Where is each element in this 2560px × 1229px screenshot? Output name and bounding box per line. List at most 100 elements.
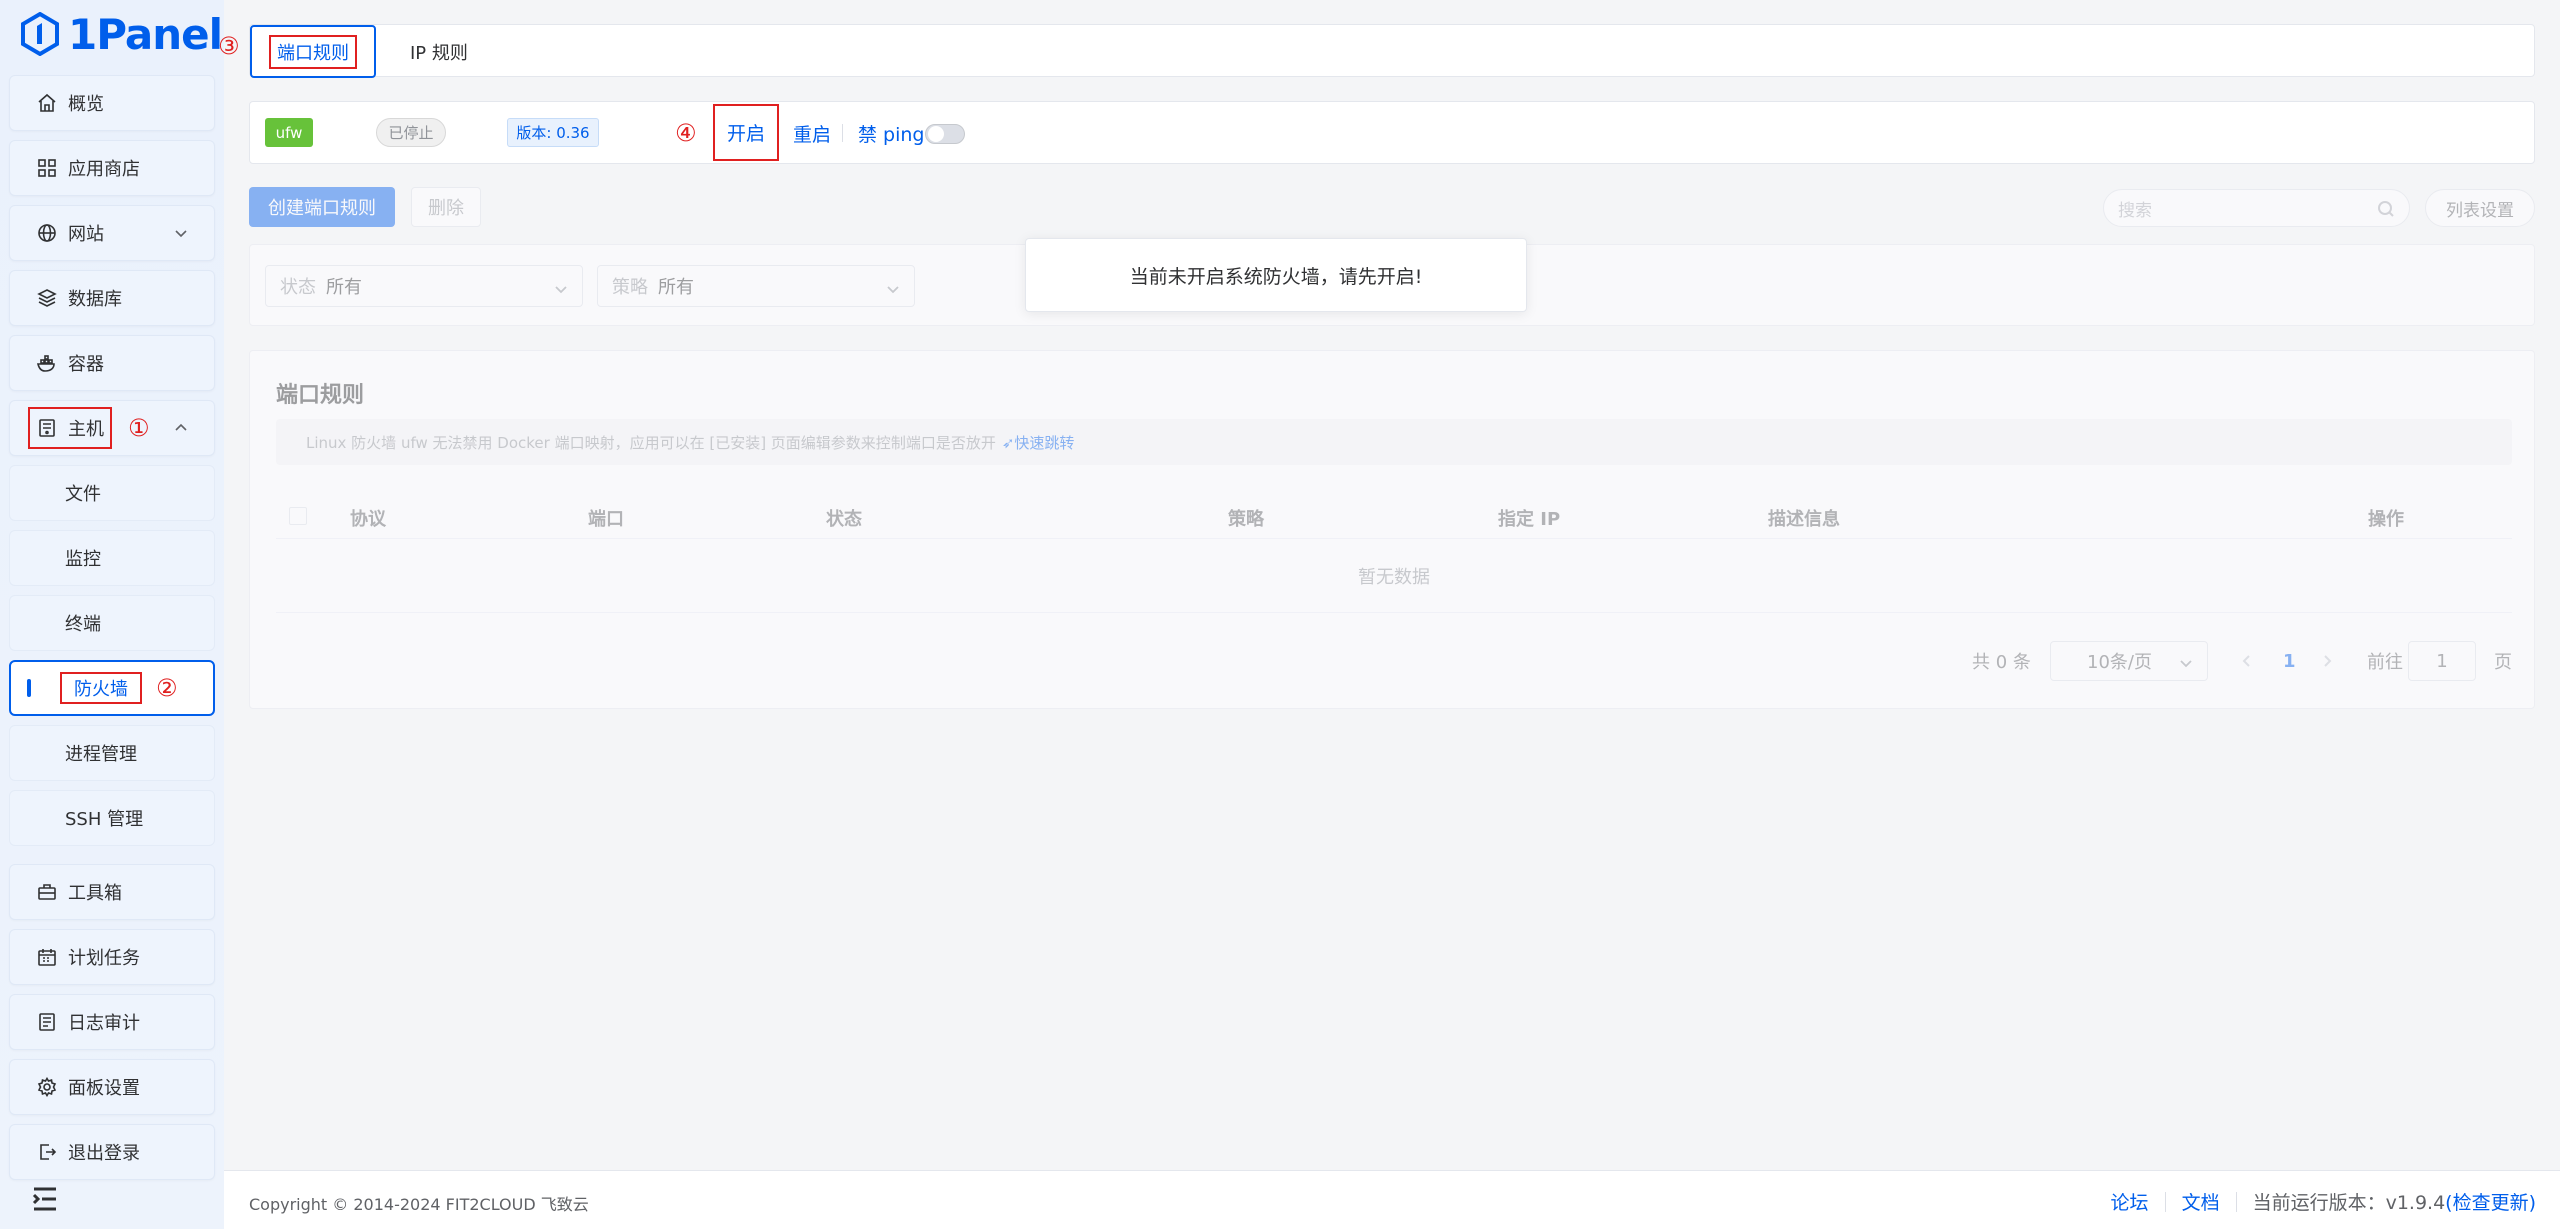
total-count: 共 0 条 [1972, 652, 2031, 673]
strategy-filter-select[interactable]: 策略 所有 [597, 265, 915, 307]
active-indicator [27, 679, 31, 697]
sidebar-subitem-label: 进程管理 [65, 744, 137, 765]
select-all-checkbox[interactable] [289, 507, 307, 525]
sidebar-subitem-terminal[interactable]: 终端 [9, 595, 215, 651]
sidebar-item-label: 数据库 [68, 289, 122, 310]
divider [842, 124, 843, 142]
rule-tabs: 端口规则 IP 规则 [249, 24, 2535, 78]
select-value: 所有 [658, 277, 694, 298]
logout-icon [36, 1141, 58, 1163]
sidebar-item-logout[interactable]: 退出登录 [9, 1124, 215, 1180]
sidebar-item-label: 主机 [68, 419, 104, 440]
divider [2235, 1191, 2237, 1212]
host-highlight-box: 主机 [28, 407, 112, 449]
info-text: Linux 防火墙 ufw 无法禁用 Docker 端口映射，应用可以在 [已安… [306, 433, 996, 452]
search-icon [2377, 200, 2395, 223]
logo[interactable]: 1Panel [20, 9, 223, 59]
forum-link[interactable]: 论坛 [2111, 1188, 2149, 1215]
tab-label: 端口规则 [269, 34, 357, 69]
home-icon [36, 92, 58, 114]
annotation-marker-4: ④ [675, 119, 697, 147]
annotation-marker-1: ① [128, 414, 150, 442]
footer: Copyright © 2014-2024 FIT2CLOUD 飞致云 论坛 文… [224, 1170, 2560, 1229]
col-strategy: 策略 [1228, 509, 1264, 530]
sidebar-item-label: 概览 [68, 94, 104, 115]
status-badge: 已停止 [376, 118, 446, 147]
goto-label: 前往 [2367, 652, 2403, 673]
next-page-button[interactable] [2320, 641, 2334, 681]
goto-page-input[interactable]: 1 [2408, 641, 2476, 681]
start-firewall-button[interactable]: 开启 [713, 104, 779, 161]
disable-ping-toggle[interactable] [925, 124, 965, 144]
sidebar-item-label: 日志审计 [68, 1013, 140, 1034]
sidebar-item-overview[interactable]: 概览 [9, 75, 215, 131]
toolbox-icon [36, 881, 58, 903]
sidebar-item-app-store[interactable]: 应用商店 [9, 140, 215, 196]
prev-page-button[interactable] [2240, 641, 2254, 681]
sidebar-item-label: 计划任务 [68, 948, 140, 969]
toggle-knob [928, 126, 944, 142]
search-input[interactable]: 搜索 [2103, 189, 2410, 227]
version-text: 当前运行版本：v1.9.4 [2252, 1192, 2446, 1214]
page-suffix: 页 [2494, 652, 2512, 673]
restart-firewall-button[interactable]: 重启 [793, 120, 831, 147]
globe-icon [36, 222, 58, 244]
tab-ip-rules[interactable]: IP 规则 [410, 39, 468, 65]
col-description: 描述信息 [1768, 509, 1840, 530]
port-rules-table-card: 端口规则 Linux 防火墙 ufw 无法禁用 Docker 端口映射，应用可以… [249, 350, 2535, 709]
chevron-left-icon [2242, 655, 2250, 667]
sidebar-item-label: 应用商店 [68, 159, 140, 180]
logo-text: 1Panel [68, 9, 223, 59]
sidebar-subitem-monitor[interactable]: 监控 [9, 530, 215, 586]
copyright-text: Copyright © 2014-2024 FIT2CLOUD 飞致云 [249, 1195, 589, 1214]
sidebar-subitem-label: 文件 [65, 484, 101, 505]
delete-button[interactable]: 删除 [411, 187, 481, 227]
footer-links: 论坛 文档 当前运行版本：v1.9.4 (检查更新) [2111, 1188, 2536, 1215]
sidebar-item-label: 退出登录 [68, 1143, 140, 1164]
divider [2164, 1191, 2166, 1212]
chevron-down-icon [886, 280, 900, 301]
sidebar-subitem-firewall[interactable]: 防火墙 ② [9, 660, 215, 716]
check-update-link[interactable]: (检查更新) [2445, 1188, 2536, 1215]
sidebar-item-label: 网站 [68, 224, 104, 245]
docs-link[interactable]: 文档 [2182, 1188, 2220, 1215]
tab-port-rules[interactable]: 端口规则 [250, 25, 376, 78]
sidebar-item-host[interactable]: 主机 ① [9, 400, 215, 456]
sidebar-subitem-label: 防火墙 [60, 672, 142, 704]
sidebar-item-settings[interactable]: 面板设置 [9, 1059, 215, 1115]
col-actions: 操作 [2368, 509, 2404, 530]
chevron-right-icon [2324, 655, 2332, 667]
server-icon [36, 417, 58, 439]
gear-icon [36, 1076, 58, 1098]
disable-ping-label: 禁 ping [858, 124, 925, 146]
firewall-off-message: 当前未开启系统防火墙，请先开启! [1025, 238, 1527, 312]
sidebar-item-toolbox[interactable]: 工具箱 [9, 864, 215, 920]
select-value: 所有 [326, 277, 362, 298]
annotation-marker-2: ② [156, 674, 178, 702]
col-protocol: 协议 [350, 509, 386, 530]
sidebar-subitem-ssh[interactable]: SSH 管理 [9, 790, 215, 846]
calendar-icon [36, 946, 58, 968]
collapse-menu-icon[interactable] [30, 1186, 60, 1212]
sidebar-item-container[interactable]: 容器 [9, 335, 215, 391]
sidebar-item-database[interactable]: 数据库 [9, 270, 215, 326]
sidebar-subitem-process[interactable]: 进程管理 [9, 725, 215, 781]
sidebar-item-website[interactable]: 网站 [9, 205, 215, 261]
page-number[interactable]: 1 [2283, 641, 2296, 681]
page-size-select[interactable]: 10条/页 [2050, 641, 2208, 681]
sidebar-item-logs[interactable]: 日志审计 [9, 994, 215, 1050]
col-port: 端口 [588, 509, 624, 530]
chevron-down-icon [554, 280, 568, 301]
grid-icon [36, 157, 58, 179]
select-label: 状态 [280, 277, 316, 298]
firewall-status-bar: ufw 已停止 版本: 0.36 ④ 开启 重启 禁 ping [249, 101, 2535, 164]
sidebar-subitem-files[interactable]: 文件 [9, 465, 215, 521]
quick-jump-link[interactable]: ➶快速跳转 [1002, 432, 1075, 453]
status-filter-select[interactable]: 状态 所有 [265, 265, 583, 307]
chevron-down-icon [2179, 654, 2193, 675]
column-settings-button[interactable]: 列表设置 [2425, 189, 2535, 227]
sidebar-item-cron[interactable]: 计划任务 [9, 929, 215, 985]
quick-jump-label: 快速跳转 [1014, 433, 1075, 452]
sidebar-item-label: 容器 [68, 354, 104, 375]
create-port-rule-button[interactable]: 创建端口规则 [249, 187, 395, 227]
